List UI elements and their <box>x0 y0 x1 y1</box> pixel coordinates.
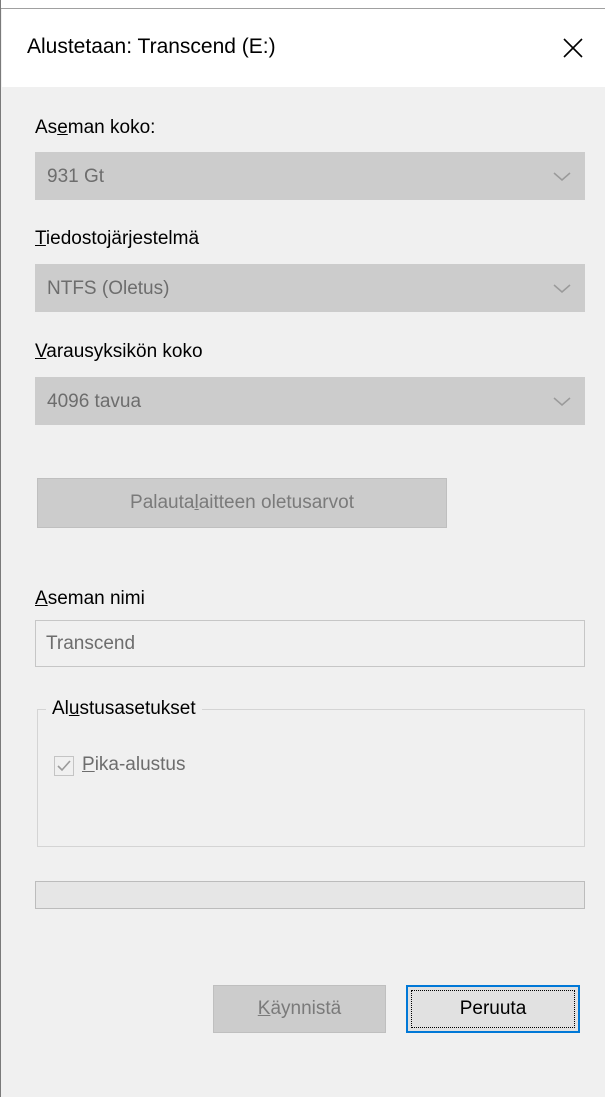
close-button[interactable] <box>540 9 605 87</box>
chevron-down-icon <box>553 284 571 293</box>
format-options-group <box>37 709 585 847</box>
chevron-down-icon <box>553 397 571 406</box>
allocation-label: Varausyksikön koko <box>35 341 203 362</box>
cancel-button[interactable]: Peruuta <box>406 985 580 1033</box>
title-bar[interactable]: Alustetaan: Transcend (E:) <box>2 9 605 87</box>
format-dialog: Alustetaan: Transcend (E:) Aseman koko: … <box>0 0 605 1097</box>
capacity-label: Aseman koko: <box>35 117 156 138</box>
format-options-legend: Alustusasetukset <box>46 698 202 720</box>
quick-format-label[interactable]: Pika-alustus <box>82 754 186 776</box>
chevron-down-icon <box>553 172 571 181</box>
filesystem-label: Tiedostojärjestelmä <box>35 228 200 249</box>
progress-bar <box>35 881 585 909</box>
allocation-value: 4096 tavua <box>47 391 142 412</box>
volume-label-input[interactable]: Transcend <box>35 620 585 667</box>
restore-defaults-button[interactable]: Palauta l aitteen oletusarvot <box>37 478 447 528</box>
volume-label-value: Transcend <box>46 633 136 654</box>
quick-format-checkbox[interactable] <box>54 756 74 776</box>
allocation-select[interactable]: 4096 tavua <box>35 377 585 425</box>
filesystem-value: NTFS (Oletus) <box>47 278 170 299</box>
filesystem-select[interactable]: NTFS (Oletus) <box>35 264 585 312</box>
background-window-edge <box>1 0 605 9</box>
close-icon <box>563 38 583 58</box>
capacity-value: 931 Gt <box>47 166 105 187</box>
checkmark-icon <box>57 760 71 772</box>
start-button[interactable]: Käynnistä <box>213 985 386 1033</box>
capacity-select[interactable]: 931 Gt <box>35 152 585 200</box>
volume-label-label: Aseman nimi <box>35 588 145 609</box>
window-title: Alustetaan: Transcend (E:) <box>27 35 276 58</box>
